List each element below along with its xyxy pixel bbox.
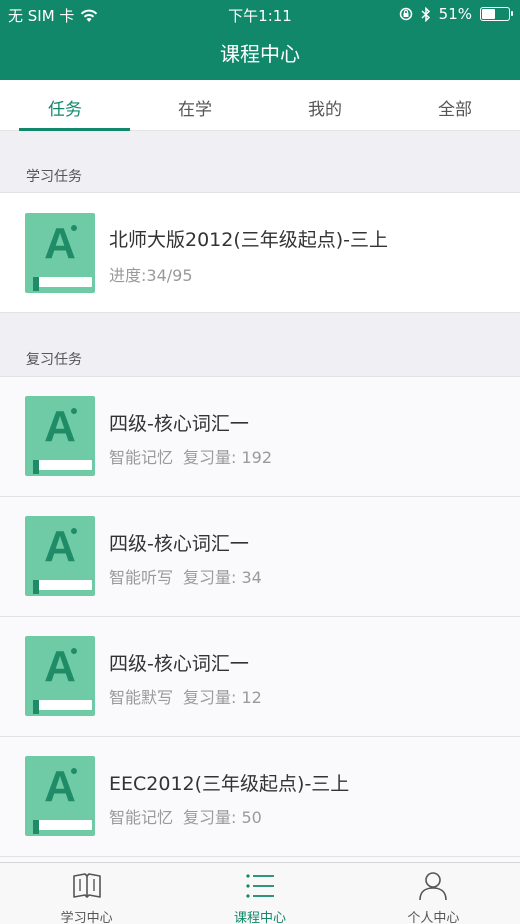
item-review-count: 复习量: 12 [183,688,262,707]
person-icon [419,872,448,901]
tab-tasks[interactable]: 任务 [0,80,130,131]
book-cover-icon: A [25,213,95,293]
bottom-tab-course-center[interactable]: 课程中心 [173,863,346,924]
item-title: 北师大版2012(三年级起点)-三上 [109,229,389,251]
battery-fill [482,9,495,19]
review-section-header: 复习任务 [26,352,82,368]
list-icon [246,874,274,898]
tab-studying[interactable]: 在学 [130,80,260,130]
item-meta: 智能记忆 复习量: 50 [109,804,262,828]
item-review-count: 复习量: 50 [183,808,262,827]
item-title: EEC2012(三年级起点)-三上 [109,773,350,795]
book-letter: A [44,522,76,571]
book-dot [71,408,77,414]
book-dot [71,528,77,534]
book-pages [33,460,92,470]
bottom-tab-label: 个人中心 [407,911,460,924]
bookmark-icon [33,700,39,714]
book-letter: A [44,219,76,268]
review-task-list[interactable]: A 四级-核心词汇一 智能记忆 复习量: 192 A 四级-核心词汇一 智能听写复… [0,376,520,862]
bottom-tab-label: 课程中心 [233,911,286,924]
item-title: 四级-核心词汇一 [109,533,249,555]
book-cover-icon: A [25,636,95,716]
review-task-item[interactable]: A 四级-核心词汇一 智能记忆 复习量: 192 [0,377,520,497]
review-task-item[interactable]: A EEC2012(三年级起点)-三上 智能记忆 复习量: 50 [0,737,520,857]
item-mode: 智能默写 [109,688,174,707]
tab-all[interactable]: 全部 [390,80,520,130]
status-right: 51% [399,5,513,23]
book-letter: A [44,762,76,811]
nav-bar: 课程中心 [0,28,520,80]
item-mode: 智能记忆 [109,448,174,467]
book-pages [33,580,92,590]
item-title: 四级-核心词汇一 [109,413,249,435]
page-title: 课程中心 [220,42,300,66]
book-dot [71,225,77,231]
open-book-icon [72,873,101,898]
bookmark-icon [33,580,39,594]
tab-bar: 任务 在学 我的 全部 [0,80,520,131]
item-progress: 进度:34/95 [109,266,193,285]
battery-percent: 51% [438,5,472,23]
item-review-count: 复习量: 192 [183,448,273,467]
item-mode: 智能记忆 [109,808,174,827]
battery-icon [480,7,513,21]
item-mode: 智能听写 [109,568,174,587]
book-dot [71,768,77,774]
review-task-item[interactable]: A 四级-核心词汇一 智能听写 复习量: 34 [0,497,520,617]
book-letter: A [44,642,76,691]
study-section-header: 学习任务 [26,169,82,185]
book-dot [71,648,77,654]
item-review-count: 复习量: 34 [183,568,262,587]
book-pages [33,820,92,830]
bookmark-icon [33,460,39,474]
orientation-lock-icon [399,7,412,21]
bottom-tab-bar: 学习中心 课程中心 个人中心 [0,862,520,924]
item-title: 四级-核心词汇一 [109,653,249,675]
bookmark-icon [33,820,39,834]
status-bar: 无 SIM 卡 下午1:11 51% [0,0,520,28]
book-pages [33,277,92,287]
bookmark-icon [33,277,39,291]
book-cover-icon: A [25,516,95,596]
bottom-tab-personal-center[interactable]: 个人中心 [347,863,520,924]
tab-mine[interactable]: 我的 [260,80,390,130]
study-task-item[interactable]: A 北师大版2012(三年级起点)-三上 进度:34/95 [0,192,520,313]
book-cover-icon: A [25,756,95,836]
item-meta: 智能听写 复习量: 34 [109,564,262,588]
book-cover-icon: A [25,396,95,476]
item-meta: 智能记忆 复习量: 192 [109,444,272,468]
book-letter: A [44,402,76,451]
bottom-tab-label: 学习中心 [60,911,113,924]
bluetooth-icon [421,6,430,22]
review-task-item[interactable]: A 四级-核心词汇一 智能默写 复习量: 12 [0,617,520,737]
item-meta: 智能默写 复习量: 12 [109,684,262,708]
book-pages [33,700,92,710]
bottom-tab-study-center[interactable]: 学习中心 [0,863,173,924]
